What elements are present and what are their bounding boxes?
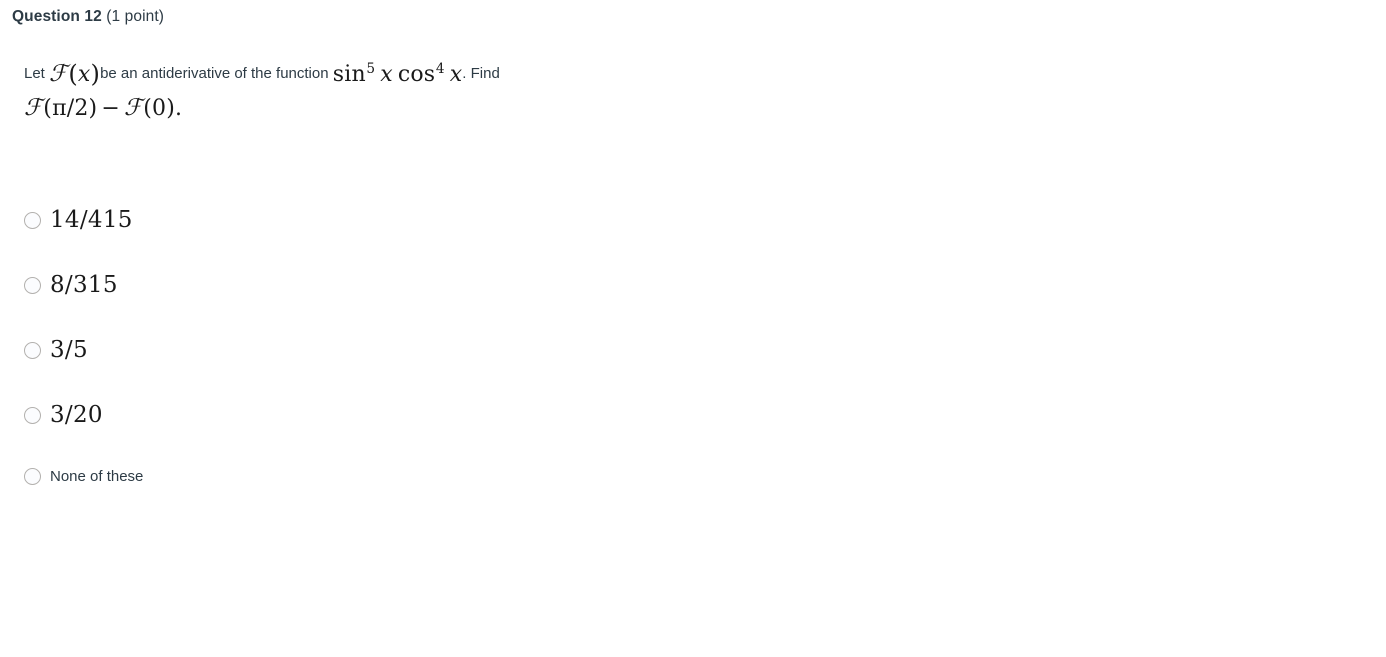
- math-sin-operator: sin: [332, 62, 366, 87]
- question-points-label: (1 point): [101, 8, 164, 25]
- prompt-after-text: . Find: [462, 65, 500, 82]
- question-prompt-line-2: ℱ(π/2) − ℱ(0).: [24, 92, 724, 124]
- answer-option-row-5[interactable]: None of these: [24, 461, 624, 491]
- math-paren-close: ): [90, 60, 101, 88]
- math-F-difference: ℱ(π/2) − ℱ(0).: [24, 93, 182, 124]
- answer-options-list: 14/415 8/315 3/5 3/20 None of these: [24, 205, 624, 491]
- math-integrand-var-1: x: [380, 62, 393, 87]
- prompt-intro-text: Let: [24, 65, 45, 82]
- math-F-of-x: ℱ(x): [49, 59, 100, 90]
- math-trailing-period: .: [175, 96, 183, 121]
- answer-option-row-4[interactable]: 3/20: [24, 400, 624, 430]
- math-minus-sign: −: [101, 96, 120, 121]
- answer-option-row-3[interactable]: 3/5: [24, 335, 624, 365]
- math-cos-operator: cos: [397, 62, 436, 87]
- math-arg-pi-over-2: (π/2): [43, 96, 98, 121]
- math-script-F-second: ℱ: [123, 95, 143, 121]
- radio-button-option-b[interactable]: [24, 276, 41, 294]
- radio-button-option-d[interactable]: [24, 406, 41, 424]
- math-integrand-var-2: x: [449, 62, 463, 87]
- answer-option-label-5[interactable]: None of these: [50, 468, 143, 485]
- prompt-middle-text: be an antiderivative of the function: [100, 65, 329, 82]
- radio-button-option-a[interactable]: [24, 211, 41, 229]
- answer-option-row-2[interactable]: 8/315: [24, 270, 624, 300]
- answer-option-label-3[interactable]: 3/5: [50, 338, 88, 362]
- question-header: Question 12 (1 point): [12, 8, 164, 26]
- math-script-F: ℱ: [49, 61, 68, 87]
- radio-button-option-e[interactable]: [24, 467, 41, 485]
- radio-button-option-c[interactable]: [24, 341, 41, 359]
- math-sin-exponent: 5: [366, 60, 376, 77]
- math-integrand: sin5 x cos4 x: [333, 59, 463, 90]
- answer-option-row-1[interactable]: 14/415: [24, 205, 624, 235]
- answer-option-label-1[interactable]: 14/415: [50, 208, 133, 232]
- math-paren-open: (: [68, 60, 78, 88]
- answer-option-label-4[interactable]: 3/20: [50, 403, 103, 427]
- math-variable-x: x: [77, 62, 91, 87]
- question-prompt: Let ℱ(x)be an antiderivative of the func…: [24, 58, 724, 124]
- math-arg-zero: (0): [143, 96, 176, 121]
- math-script-F-first: ℱ: [24, 95, 43, 121]
- answer-option-label-2[interactable]: 8/315: [50, 273, 118, 297]
- quiz-question-page: Question 12 (1 point) Let ℱ(x)be an anti…: [0, 0, 1386, 657]
- math-cos-exponent: 4: [435, 60, 445, 77]
- question-number-label: Question 12: [12, 8, 102, 25]
